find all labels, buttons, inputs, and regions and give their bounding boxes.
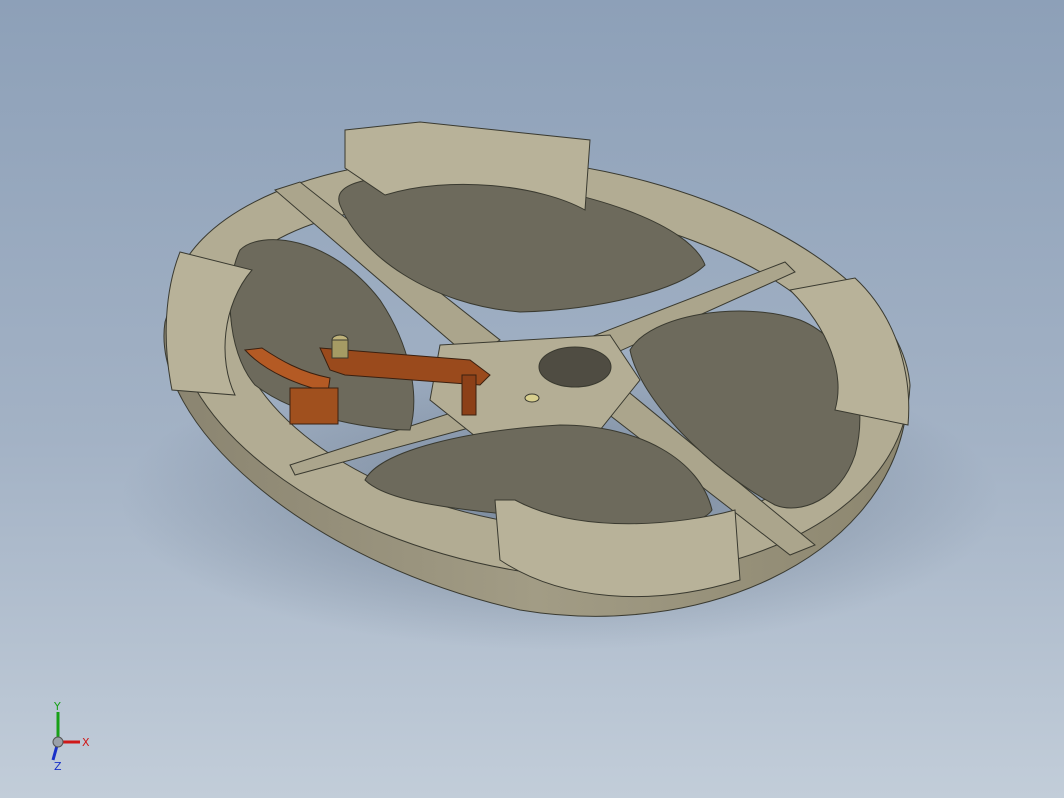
pin-top-shaft: [331, 339, 349, 359]
x-axis-label: X: [82, 736, 90, 749]
hub-bore: [538, 346, 612, 388]
linkage-block: [289, 387, 339, 425]
cad-graphics-area[interactable]: Y X Z: [0, 0, 1064, 798]
z-axis-label: Z: [54, 760, 62, 772]
hub-pin-hole: [524, 393, 540, 403]
triad-origin-icon: [52, 736, 64, 748]
y-axis-label: Y: [53, 700, 61, 713]
wheel-assembly-model[interactable]: [0, 0, 1064, 798]
linkage-post: [461, 374, 477, 416]
axis-triad: Y X Z: [51, 700, 90, 772]
